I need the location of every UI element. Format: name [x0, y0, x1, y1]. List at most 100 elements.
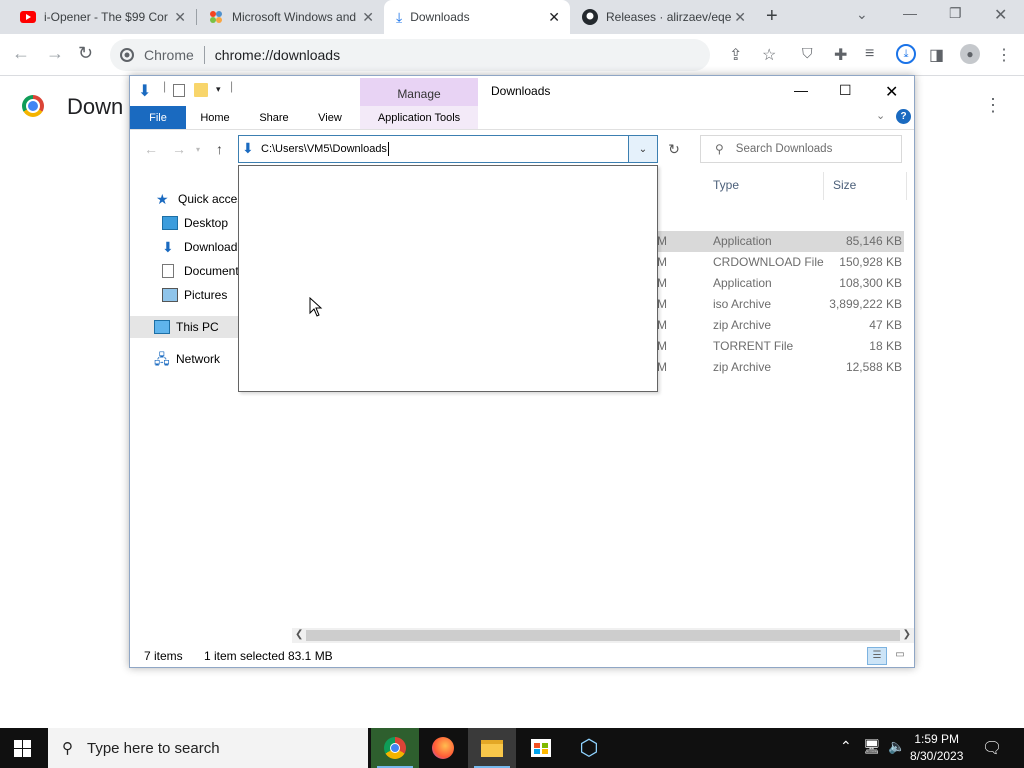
- tab-title: Releases · alirzaev/eqe: [606, 10, 731, 24]
- tab-github[interactable]: Releases · alirzaev/eqe ✕: [570, 0, 756, 34]
- tab-home[interactable]: Home: [192, 106, 238, 129]
- recent-locations-icon[interactable]: ▾: [196, 145, 200, 154]
- ublock-icon[interactable]: ⛉: [802, 45, 813, 62]
- download-folder-icon: ⬇: [242, 140, 254, 156]
- address-bar[interactable]: ⬇ C:\Users\VM5\Downloads: [238, 135, 658, 163]
- minimize-icon[interactable]: —: [903, 5, 917, 21]
- scroll-right-icon[interactable]: ❯: [903, 629, 911, 640]
- tab-application-tools[interactable]: Application Tools: [360, 106, 478, 129]
- horizontal-scrollbar[interactable]: ❮ ❯: [292, 628, 914, 643]
- omnibox[interactable]: Chrome chrome://downloads: [110, 39, 710, 71]
- nav-desktop[interactable]: Desktop: [162, 216, 228, 230]
- nav-downloads[interactable]: ⬇ Download: [162, 240, 237, 254]
- tab-search-icon[interactable]: ⌄: [856, 6, 868, 23]
- tab-file[interactable]: File: [130, 106, 186, 129]
- up-icon[interactable]: ↑: [216, 141, 223, 157]
- collapse-ribbon-icon[interactable]: ⌄: [876, 109, 885, 122]
- back-icon[interactable]: ←: [12, 43, 30, 64]
- file-row[interactable]: M Application 85,146 KB: [657, 231, 904, 252]
- nav-label: Document: [184, 264, 239, 278]
- notifications-icon[interactable]: 🗨: [982, 738, 1002, 758]
- properties-icon[interactable]: [173, 84, 185, 97]
- nav-documents[interactable]: Document: [162, 264, 239, 278]
- large-icons-view-icon[interactable]: ▭: [890, 647, 910, 665]
- file-row[interactable]: M TORRENT File 18 KB: [657, 336, 904, 357]
- network-icon[interactable]: 🖥: [863, 738, 881, 755]
- downloads-icon[interactable]: ⤓: [896, 44, 916, 64]
- help-icon[interactable]: ?: [896, 109, 911, 124]
- tab-title: i-Opener - The $99 Cor: [44, 10, 168, 24]
- close-icon[interactable]: ✕: [174, 9, 186, 26]
- chrome-menu-icon[interactable]: ⋮: [996, 45, 1012, 65]
- search-input[interactable]: ⚲ Search Downloads: [700, 135, 902, 163]
- omnibox-site: Chrome: [144, 47, 194, 63]
- taskbar-virtualbox[interactable]: ⬡: [565, 728, 613, 768]
- nav-pictures[interactable]: Pictures: [162, 288, 227, 302]
- taskbar-clock[interactable]: 1:59 PM 8/30/2023: [910, 731, 963, 765]
- taskbar-store[interactable]: [517, 728, 565, 768]
- customize-qat-icon[interactable]: ▾: [216, 84, 221, 95]
- file-row[interactable]: M zip Archive 12,588 KB: [657, 357, 904, 378]
- taskbar-file-explorer[interactable]: [468, 728, 516, 768]
- page-menu-icon[interactable]: ⋮: [984, 95, 1002, 116]
- forward-icon[interactable]: →: [172, 141, 186, 157]
- tab-downloads[interactable]: ⤓ Downloads ✕: [384, 0, 570, 34]
- forward-icon[interactable]: →: [46, 43, 64, 64]
- nav-network[interactable]: 🖧 Network: [154, 352, 220, 366]
- column-type[interactable]: Type: [713, 178, 739, 192]
- maximize-icon[interactable]: ☐: [839, 82, 852, 99]
- taskbar-chrome[interactable]: [371, 728, 419, 768]
- column-size[interactable]: Size: [833, 178, 856, 192]
- close-window-icon[interactable]: ✕: [885, 82, 898, 102]
- bookmark-star-icon[interactable]: ☆: [762, 45, 776, 65]
- share-icon[interactable]: ⇪: [729, 45, 742, 65]
- file-type: Application: [713, 234, 772, 248]
- address-history-dropdown[interactable]: [238, 165, 658, 392]
- side-panel-icon[interactable]: ◨: [929, 45, 944, 65]
- address-dropdown-button[interactable]: ⌄: [628, 135, 658, 163]
- file-type: iso Archive: [713, 297, 772, 311]
- address-row: ← → ▾ ↑ ⬇ C:\Users\VM5\Downloads ⌄ ↻ ⚲ S…: [130, 134, 914, 166]
- file-row[interactable]: M iso Archive 3,899,222 KB: [657, 294, 904, 315]
- pictures-icon: [162, 288, 178, 302]
- file-size: 47 KB: [869, 318, 902, 332]
- tab-title: Microsoft Windows and: [232, 10, 357, 24]
- close-icon[interactable]: ✕: [362, 9, 374, 26]
- reload-icon[interactable]: ↻: [78, 43, 93, 64]
- restore-icon[interactable]: ❐: [949, 5, 962, 22]
- close-icon[interactable]: ✕: [548, 9, 560, 26]
- extensions-icon[interactable]: ✚: [834, 45, 847, 65]
- file-row[interactable]: M zip Archive 47 KB: [657, 315, 904, 336]
- tab-microsoft[interactable]: Microsoft Windows and ✕: [196, 0, 384, 34]
- back-icon[interactable]: ←: [144, 141, 158, 157]
- media-icon[interactable]: ≡: [865, 45, 874, 63]
- selection-count: 1 item selected: [204, 649, 285, 663]
- scrollbar-thumb[interactable]: [306, 630, 900, 641]
- file-date-fragment: M: [657, 297, 667, 311]
- show-hidden-icons-icon[interactable]: ⌃: [840, 738, 852, 755]
- scroll-left-icon[interactable]: ❮: [295, 629, 303, 640]
- chrome-icon: [384, 737, 406, 759]
- nav-label: Download: [184, 240, 238, 254]
- new-tab-button[interactable]: +: [766, 5, 778, 28]
- nav-quick-access[interactable]: ★ Quick acces: [156, 192, 243, 206]
- close-icon[interactable]: ✕: [734, 9, 746, 26]
- tab-share[interactable]: Share: [248, 106, 300, 129]
- desktop-icon: [162, 216, 178, 230]
- minimize-icon[interactable]: —: [794, 82, 808, 98]
- taskbar-firefox[interactable]: [419, 728, 467, 768]
- windows-start-icon[interactable]: [14, 740, 32, 758]
- new-folder-icon[interactable]: [194, 83, 208, 97]
- tab-youtube[interactable]: i-Opener - The $99 Cor ✕: [8, 0, 196, 34]
- close-window-icon[interactable]: ✕: [994, 5, 1007, 25]
- nav-label: This PC: [176, 320, 219, 334]
- details-view-icon[interactable]: ☰: [867, 647, 887, 665]
- volume-icon[interactable]: 🔈: [888, 738, 905, 755]
- refresh-icon[interactable]: ↻: [660, 136, 688, 162]
- file-row[interactable]: M Application 108,300 KB: [657, 273, 904, 294]
- profile-avatar-icon[interactable]: ●: [960, 44, 980, 64]
- file-row[interactable]: M CRDOWNLOAD File 150,928 KB: [657, 252, 904, 273]
- tab-view[interactable]: View: [308, 106, 352, 129]
- taskbar-search-input[interactable]: ⚲ Type here to search: [48, 728, 368, 768]
- nav-this-pc[interactable]: This PC: [154, 320, 219, 334]
